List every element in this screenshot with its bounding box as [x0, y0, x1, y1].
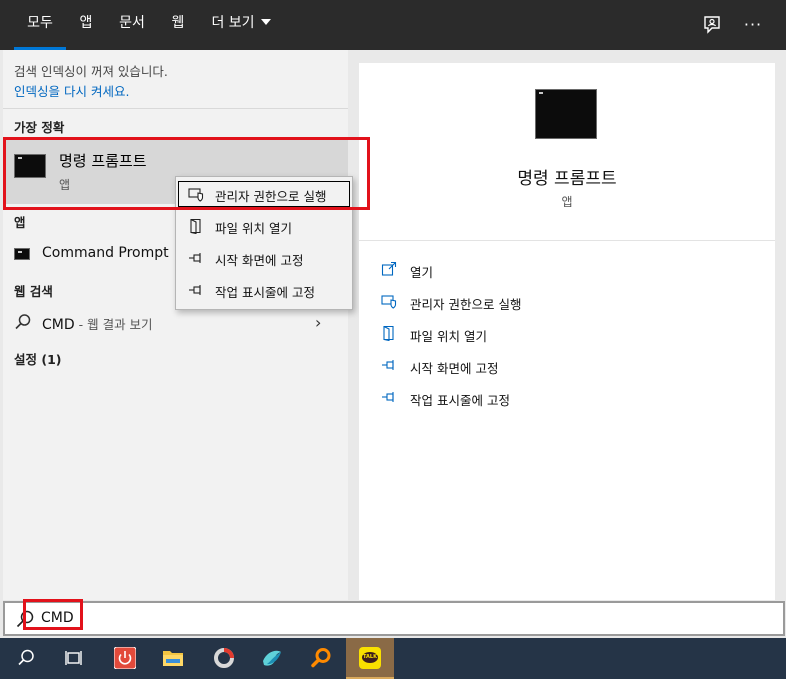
more-icon[interactable]: ··· — [741, 13, 765, 37]
preview-title: 명령 프롬프트 — [517, 169, 617, 189]
pin-icon — [381, 357, 397, 373]
search-box[interactable]: CMD — [3, 601, 785, 636]
preview-action-pin-to-taskbar-label: 작업 표시줄에 고정 — [410, 393, 510, 408]
annotation-highlight-search-text — [23, 599, 83, 630]
tab-more[interactable]: 더 보기 — [204, 0, 278, 50]
annotation-highlight-best-match — [3, 137, 370, 210]
preview-action-run-as-admin[interactable]: 관리자 권한으로 실행 — [359, 288, 775, 316]
taskbar-bird-app-icon[interactable] — [248, 638, 296, 679]
web-search-query: CMD — [42, 317, 75, 333]
apps-header: 앱 — [14, 215, 26, 230]
preview-action-open-label: 열기 — [410, 265, 434, 280]
preview-action-open-file-location-label: 파일 위치 열기 — [410, 329, 487, 344]
web-search-item[interactable]: CMD - 웹 결과 보기 › — [3, 310, 348, 336]
kakaotalk-icon: TALK — [359, 647, 381, 669]
settings-header[interactable]: 설정 (1) — [14, 349, 61, 368]
shield-icon — [381, 293, 397, 309]
taskbar-file-explorer-icon[interactable] — [149, 638, 197, 679]
indexing-notice: 검색 인덱싱이 꺼져 있습니다. — [14, 64, 168, 79]
preview-action-pin-to-taskbar[interactable]: 작업 표시줄에 고정 — [359, 384, 775, 412]
tab-apps-label: 앱 — [79, 15, 93, 31]
divider — [3, 108, 348, 109]
folder-open-icon — [188, 218, 204, 235]
task-view-icon — [63, 647, 85, 669]
command-prompt-small-icon — [14, 248, 30, 260]
search-filter-bar: 모두 앱 문서 웹 더 보기 ··· — [0, 0, 786, 50]
taskbar: TALK — [0, 638, 786, 679]
app-ring-icon — [213, 647, 235, 669]
pin-icon — [381, 389, 397, 405]
context-pin-to-taskbar-label: 작업 표시줄에 고정 — [215, 285, 315, 300]
command-prompt-large-icon — [535, 89, 597, 139]
search-icon — [14, 313, 32, 331]
taskbar-app-ring-icon[interactable] — [200, 638, 248, 679]
bird-app-icon — [261, 647, 283, 669]
power-app-icon — [113, 646, 137, 670]
web-search-suffix: - 웹 결과 보기 — [74, 317, 153, 332]
preview-action-pin-to-start-label: 시작 화면에 고정 — [410, 361, 499, 376]
chevron-right-icon[interactable]: › — [315, 313, 321, 332]
context-open-file-location[interactable]: 파일 위치 열기 — [176, 211, 352, 241]
context-pin-to-start-label: 시작 화면에 고정 — [215, 253, 304, 268]
caret-down-icon — [260, 19, 271, 25]
file-explorer-icon — [162, 647, 184, 669]
tab-web-label: 웹 — [171, 15, 185, 31]
context-pin-to-start[interactable]: 시작 화면에 고정 — [176, 243, 352, 273]
preview-subtitle: 앱 — [561, 195, 573, 209]
taskbar-kakaotalk-icon[interactable]: TALK — [346, 638, 394, 679]
context-pin-to-taskbar[interactable]: 작업 표시줄에 고정 — [176, 275, 352, 305]
search-icon — [15, 647, 37, 669]
enable-indexing-link[interactable]: 인덱싱을 다시 켜세요. — [14, 81, 129, 100]
tab-all-label: 모두 — [27, 15, 53, 31]
feedback-icon[interactable] — [700, 13, 724, 37]
app-result-label: Command Prompt — [42, 245, 169, 261]
taskbar-power-app-icon[interactable] — [101, 638, 149, 679]
magnifier-app-icon — [310, 647, 332, 669]
tab-all[interactable]: 모두 — [14, 0, 66, 50]
preview-action-run-as-admin-label: 관리자 권한으로 실행 — [410, 297, 522, 312]
pin-icon — [188, 250, 204, 266]
divider — [359, 240, 775, 241]
tab-documents[interactable]: 문서 — [112, 0, 152, 50]
start-search-panel: 모두 앱 문서 웹 더 보기 ··· 검색 인덱싱이 꺼져 있습니다. 인덱싱을… — [0, 0, 786, 679]
taskbar-search-icon[interactable] — [2, 638, 50, 679]
tab-web[interactable]: 웹 — [164, 0, 192, 50]
web-search-header: 웹 검색 — [14, 284, 53, 299]
pin-icon — [188, 282, 204, 298]
preview-action-pin-to-start[interactable]: 시작 화면에 고정 — [359, 352, 775, 380]
web-search-label: CMD - 웹 결과 보기 — [42, 314, 153, 333]
best-match-header: 가장 정확 — [14, 120, 65, 135]
tab-documents-label: 문서 — [119, 15, 145, 31]
tab-apps[interactable]: 앱 — [72, 0, 100, 50]
results-pane: 검색 인덱싱이 꺼져 있습니다. 인덱싱을 다시 켜세요. 가장 정확 명령 프… — [3, 50, 348, 600]
tab-more-label: 더 보기 — [211, 15, 255, 31]
taskbar-magnifier-app-icon[interactable] — [297, 638, 345, 679]
context-open-file-location-label: 파일 위치 열기 — [215, 221, 292, 236]
taskbar-task-view-icon[interactable] — [50, 638, 98, 679]
kakaotalk-label: TALK — [363, 654, 377, 660]
folder-open-icon — [381, 325, 397, 342]
preview-action-open-file-location[interactable]: 파일 위치 열기 — [359, 320, 775, 348]
open-icon — [381, 261, 397, 277]
preview-pane: 명령 프롬프트 앱 열기 관리자 권한으로 실행 파일 위치 열기 시작 화면에… — [359, 63, 775, 600]
preview-action-open[interactable]: 열기 — [359, 256, 775, 284]
